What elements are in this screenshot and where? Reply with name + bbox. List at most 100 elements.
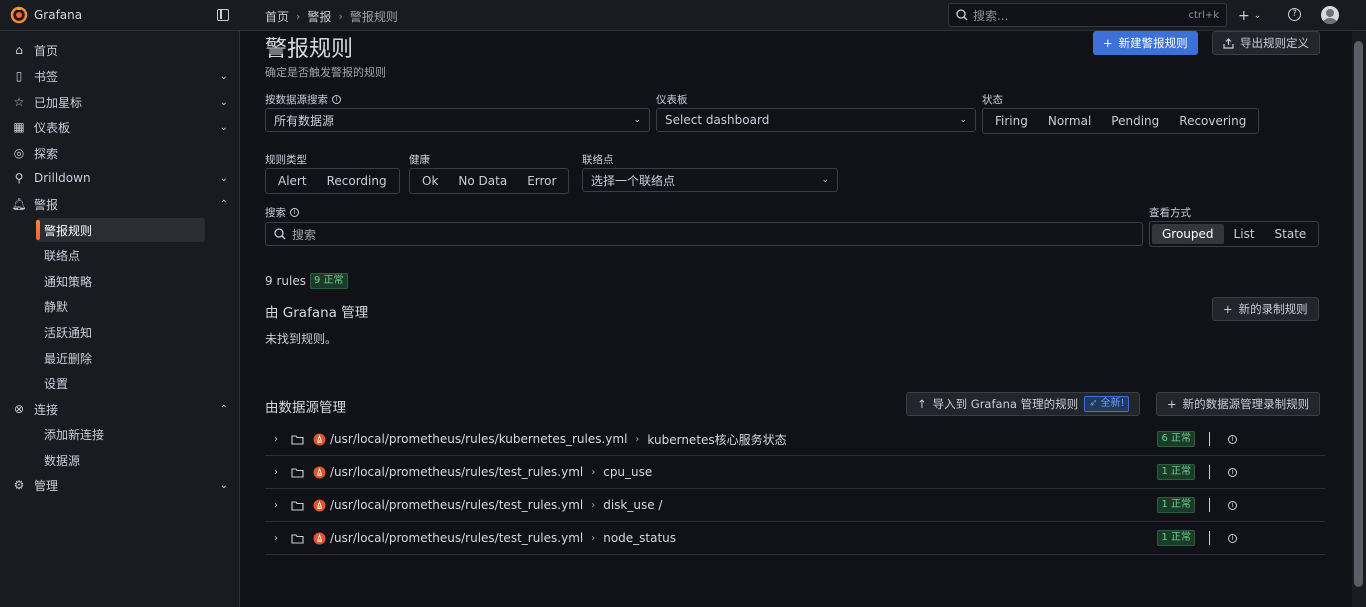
chevron-right-icon[interactable]: ›: [265, 500, 287, 511]
rule-group-row[interactable]: › /usr/local/prometheus/rules/test_rules…: [265, 522, 1325, 555]
chevron-down-icon: ⌄: [633, 115, 641, 125]
health-label: 健康: [409, 154, 430, 166]
breadcrumb-alerting[interactable]: 警报: [307, 8, 331, 25]
state-option-normal[interactable]: Normal: [1038, 111, 1101, 131]
drilldown-icon: ⚲: [14, 171, 24, 185]
datasource-managed-title: 由数据源管理: [265, 400, 346, 416]
rules-search-placeholder: 搜索: [292, 227, 317, 242]
sidebar-item-drilldown[interactable]: ⚲ Drilldown ⌄: [0, 166, 240, 190]
sidebar-subitem-recently-deleted[interactable]: 最近删除: [36, 346, 205, 370]
chevron-down-icon[interactable]: ⌄: [220, 173, 228, 184]
sidebar-item-alerting[interactable]: 🔔︎ 警报 ⌃: [0, 192, 240, 216]
rule-file-path: /usr/local/prometheus/rules/test_rules.y…: [330, 465, 584, 479]
breadcrumb-home[interactable]: 首页: [265, 8, 289, 25]
plus-icon: +: [1238, 8, 1250, 24]
health-option-error[interactable]: Error: [517, 171, 566, 191]
help-icon[interactable]: ?: [1288, 8, 1301, 21]
view-as-radio-group: Grouped List State: [1149, 221, 1320, 247]
rule-group-row[interactable]: › /usr/local/prometheus/rules/kubernetes…: [265, 423, 1325, 456]
info-icon[interactable]: i: [1228, 533, 1237, 543]
sidebar-subitem-active-notifications[interactable]: 活跃通知: [36, 320, 205, 344]
dock-menu-icon[interactable]: [217, 9, 229, 21]
new-menu-button[interactable]: + ⌄: [1238, 8, 1261, 24]
sidebar-subitem-add-connection[interactable]: 添加新连接: [36, 422, 205, 446]
chevron-down-icon[interactable]: ⌄: [220, 71, 228, 82]
rule-group-row[interactable]: › /usr/local/prometheus/rules/test_rules…: [265, 489, 1325, 522]
chevron-right-icon[interactable]: ›: [265, 467, 287, 478]
page-scrollbar[interactable]: [1352, 31, 1366, 607]
chevron-up-icon[interactable]: ⌃: [220, 199, 228, 210]
dashboard-select[interactable]: Select dashboard ⌄: [656, 108, 976, 132]
sidebar-item-starred[interactable]: ☆ 已加星标 ⌄: [0, 90, 240, 114]
global-search-placeholder: 搜索...: [973, 8, 1009, 23]
sidebar-item-home[interactable]: ⌂ 首页: [0, 38, 240, 62]
import-to-grafana-label: 导入到 Grafana 管理的规则: [932, 397, 1079, 411]
rules-summary: 9 rules 9 正常: [265, 273, 348, 289]
sidebar-item-bookmarks[interactable]: ▯ 书签 ⌄: [0, 64, 240, 88]
chevron-right-icon[interactable]: ›: [265, 533, 287, 544]
sidebar-subitem-alert-rules[interactable]: 警报规则: [36, 218, 205, 242]
grafana-home-link[interactable]: Grafana: [10, 6, 82, 24]
sidebar-subitem-contact-points[interactable]: 联络点: [36, 243, 205, 267]
sidebar-item-administration[interactable]: ⚙ 管理 ⌄: [0, 473, 240, 497]
chevron-down-icon[interactable]: ⌄: [220, 480, 228, 491]
datasource-select[interactable]: 所有数据源 ⌄: [265, 108, 650, 132]
state-option-recovering[interactable]: Recovering: [1169, 111, 1256, 131]
prometheus-icon: [310, 499, 328, 512]
sidebar-subitem-notification-policies[interactable]: 通知策略: [36, 269, 205, 293]
sidebar-subitem-data-sources[interactable]: 数据源: [36, 448, 205, 472]
breadcrumb-separator-icon: ›: [296, 10, 301, 23]
rule-type-option-recording[interactable]: Recording: [317, 171, 397, 191]
info-icon[interactable]: i: [332, 95, 341, 104]
new-recording-rule-button[interactable]: + 新的录制规则: [1212, 297, 1319, 321]
global-search-input[interactable]: 搜索... ctrl+k: [948, 3, 1227, 27]
sidebar-subitem-settings[interactable]: 设置: [36, 371, 205, 395]
health-option-ok[interactable]: Ok: [412, 171, 448, 191]
rule-type-label: 规则类型: [265, 154, 307, 166]
breadcrumb-separator-icon: ›: [338, 10, 343, 23]
chevron-right-icon[interactable]: ›: [265, 434, 287, 445]
new-feature-badge: ➶ 全新!: [1084, 396, 1130, 412]
new-alert-rule-button[interactable]: + 新建警报规则: [1093, 31, 1198, 55]
state-option-firing[interactable]: Firing: [985, 111, 1038, 131]
chevron-right-icon: ›: [591, 499, 596, 511]
scrollbar-thumb[interactable]: [1354, 41, 1363, 587]
sidebar-item-connections[interactable]: ⊗ 连接 ⌃: [0, 397, 240, 421]
plus-icon: +: [1223, 302, 1233, 316]
info-icon[interactable]: i: [1228, 500, 1237, 510]
info-icon[interactable]: i: [290, 208, 299, 217]
state-option-pending[interactable]: Pending: [1101, 111, 1169, 131]
rule-group-row[interactable]: › /usr/local/prometheus/rules/test_rules…: [265, 456, 1325, 489]
sidebar-item-label: 管理: [34, 478, 59, 493]
view-option-state[interactable]: State: [1265, 224, 1317, 244]
rule-type-radio-group: Alert Recording: [265, 168, 400, 194]
chevron-down-icon[interactable]: ⌄: [220, 97, 228, 108]
breadcrumb-current: 警报规则: [349, 10, 398, 24]
import-to-grafana-button[interactable]: ↑ 导入到 Grafana 管理的规则 ➶ 全新!: [906, 392, 1141, 416]
chevron-right-icon: ›: [591, 532, 596, 544]
health-option-nodata[interactable]: No Data: [448, 171, 517, 191]
plus-icon: +: [1167, 397, 1177, 411]
dashboard-icon: ▦: [13, 120, 25, 134]
info-icon[interactable]: i: [1228, 467, 1237, 477]
dashboard-filter-label: 仪表板: [656, 94, 688, 106]
sidebar-subitem-silences[interactable]: 静默: [36, 294, 205, 318]
export-rules-button[interactable]: 导出规则定义: [1212, 31, 1320, 55]
view-option-list[interactable]: List: [1224, 224, 1265, 244]
user-avatar[interactable]: [1321, 6, 1339, 24]
rules-search-input[interactable]: 搜索: [265, 222, 1143, 246]
chevron-up-icon[interactable]: ⌃: [220, 404, 228, 415]
contact-point-select[interactable]: 选择一个联络点 ⌄: [582, 168, 838, 192]
rule-type-option-alert[interactable]: Alert: [268, 171, 317, 191]
chevron-down-icon[interactable]: ⌄: [220, 122, 228, 133]
compass-icon: ◎: [13, 146, 25, 160]
datasource-select-value: 所有数据源: [274, 113, 335, 128]
sidebar-item-dashboards[interactable]: ▦ 仪表板 ⌄: [0, 115, 240, 139]
new-ds-recording-rule-button[interactable]: + 新的数据源管理录制规则: [1156, 392, 1321, 416]
folder-icon: [287, 533, 307, 544]
view-option-grouped[interactable]: Grouped: [1152, 224, 1224, 244]
chevron-down-icon: ⌄: [959, 115, 967, 125]
new-ds-recording-rule-label: 新的数据源管理录制规则: [1182, 397, 1310, 411]
sidebar-item-explore[interactable]: ◎ 探索: [0, 141, 240, 165]
info-icon[interactable]: i: [1228, 434, 1237, 444]
